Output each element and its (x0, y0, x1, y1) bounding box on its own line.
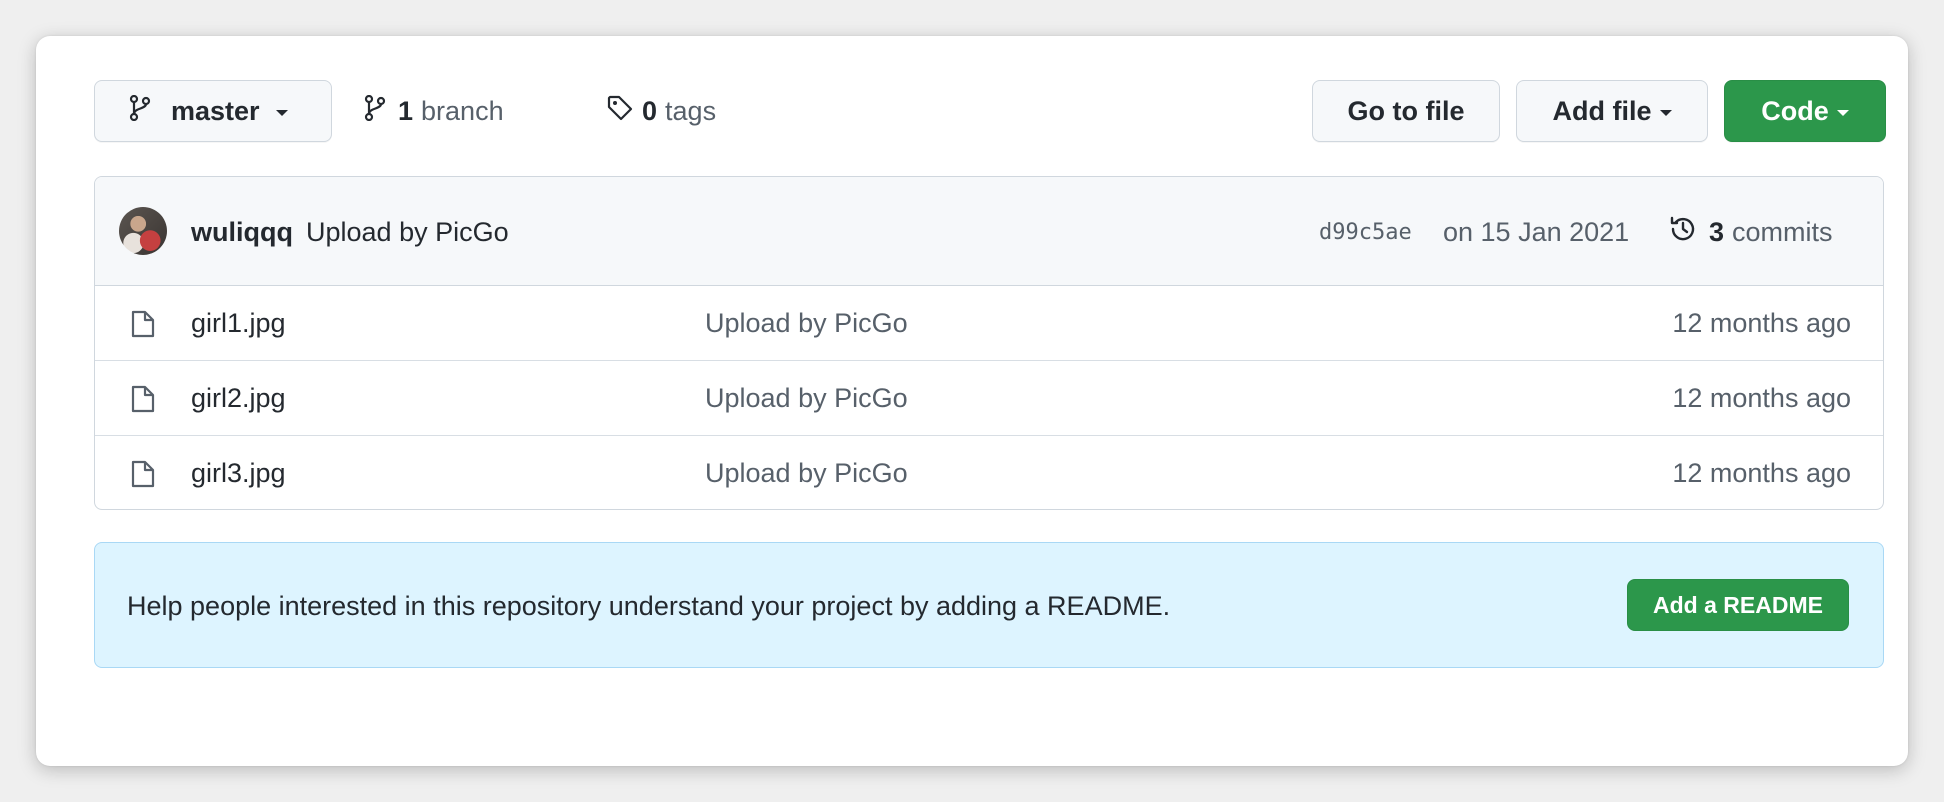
git-branch-icon (129, 94, 151, 128)
git-branch-icon (364, 94, 386, 128)
commit-author[interactable]: wuliqqq (191, 217, 293, 248)
file-list: wuliqqq Upload by PicGo d99c5ae on 15 Ja… (94, 176, 1884, 510)
file-age: 12 months ago (1672, 308, 1851, 338)
code-button[interactable]: Code (1724, 80, 1886, 142)
repo-toolbar: master 1 branch 0 tags Go to file Add fi… (94, 80, 1886, 144)
readme-banner: Help people interested in this repositor… (94, 542, 1884, 668)
branch-selector-button[interactable]: master (94, 80, 332, 142)
commits-link[interactable]: 3 commits (1667, 213, 1833, 252)
avatar[interactable] (119, 207, 167, 255)
file-icon (131, 310, 155, 343)
go-to-file-button[interactable]: Go to file (1312, 80, 1500, 142)
file-commit-message[interactable]: Upload by PicGo (705, 458, 908, 489)
file-commit-message[interactable]: Upload by PicGo (705, 383, 908, 414)
commit-label: commits (1732, 217, 1833, 247)
file-name[interactable]: girl1.jpg (191, 308, 286, 339)
commit-sha[interactable]: d99c5ae (1319, 220, 1412, 245)
branches-link[interactable]: 1 branch (364, 80, 504, 142)
file-commit-message[interactable]: Upload by PicGo (705, 308, 908, 339)
chevron-down-icon (275, 109, 288, 116)
file-age: 12 months ago (1672, 458, 1851, 488)
table-row[interactable]: girl2.jpg Upload by PicGo 12 months ago (95, 361, 1883, 436)
code-label: Code (1761, 95, 1829, 126)
history-icon (1667, 213, 1699, 252)
branch-label: branch (421, 95, 504, 126)
tag-label: tags (665, 95, 717, 126)
file-name[interactable]: girl2.jpg (191, 383, 286, 414)
branch-count: 1 (398, 95, 414, 126)
readme-prompt-text: Help people interested in this repositor… (127, 591, 1171, 621)
chevron-down-icon (1659, 109, 1672, 116)
add-file-button[interactable]: Add file (1516, 80, 1708, 142)
file-icon (131, 460, 155, 493)
add-readme-button[interactable]: Add a README (1627, 579, 1849, 631)
tags-link[interactable]: 0 tags (606, 80, 716, 142)
latest-commit-bar: wuliqqq Upload by PicGo d99c5ae on 15 Ja… (95, 177, 1883, 286)
file-icon (131, 385, 155, 418)
tag-count: 0 (642, 95, 658, 126)
table-row[interactable]: girl3.jpg Upload by PicGo 12 months ago (95, 436, 1883, 509)
file-name[interactable]: girl3.jpg (191, 458, 286, 489)
table-row[interactable]: girl1.jpg Upload by PicGo 12 months ago (95, 286, 1883, 361)
add-file-label: Add file (1552, 95, 1652, 126)
commit-count: 3 (1709, 217, 1725, 247)
chevron-down-icon (1836, 109, 1849, 116)
branch-name: master (171, 95, 260, 126)
commit-message[interactable]: Upload by PicGo (306, 217, 509, 248)
repo-panel: master 1 branch 0 tags Go to file Add fi… (36, 36, 1908, 766)
file-age: 12 months ago (1672, 383, 1851, 413)
tag-icon (606, 94, 634, 129)
commit-date: on 15 Jan 2021 (1443, 217, 1630, 247)
